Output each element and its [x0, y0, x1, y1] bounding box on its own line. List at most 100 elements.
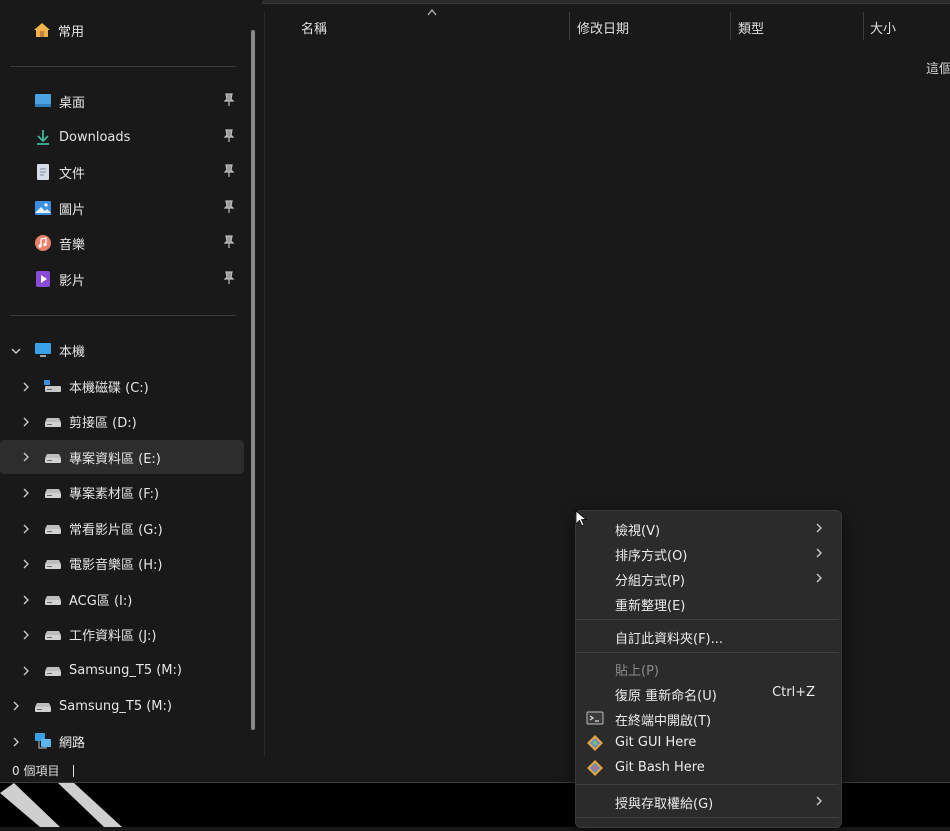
menu-item-customize-folder[interactable]: 自訂此資料夾(F)... — [580, 624, 837, 648]
chevron-right-icon[interactable] — [20, 629, 32, 641]
drive-icon — [43, 624, 63, 644]
chevron-right-icon — [816, 523, 822, 533]
divider — [10, 66, 236, 67]
sidebar-item-label: Samsung_T5 (M:) — [69, 662, 182, 678]
pin-icon[interactable] — [223, 93, 235, 107]
sort-ascending-icon — [427, 9, 437, 16]
menu-item-undo-rename[interactable]: 復原 重新命名(U) Ctrl+Z — [580, 681, 837, 705]
sidebar-scrollbar[interactable] — [251, 30, 255, 730]
chevron-right-icon[interactable] — [20, 558, 32, 570]
sidebar-item-home[interactable]: 常用 — [32, 13, 232, 47]
column-header-modified[interactable]: 修改日期 — [577, 18, 629, 37]
menu-item-group-by[interactable]: 分組方式(P) — [580, 566, 837, 590]
menu-item-view[interactable]: 檢視(V) — [580, 516, 837, 540]
chevron-right-icon[interactable] — [20, 451, 32, 463]
download-icon — [33, 127, 53, 147]
column-header-type[interactable]: 類型 — [738, 18, 764, 37]
menu-item-git-gui[interactable]: Git GUI Here — [580, 731, 837, 755]
computer-icon — [33, 340, 53, 360]
sidebar-item-label: 音樂 — [59, 237, 86, 253]
divider — [10, 315, 236, 316]
chevron-right-icon[interactable] — [20, 594, 32, 606]
chevron-right-icon — [816, 796, 822, 806]
desktop-wallpaper-stripes — [0, 783, 122, 827]
home-icon — [32, 20, 52, 40]
chevron-right-icon[interactable] — [20, 523, 32, 535]
sidebar-item-drive-m[interactable]: Samsung_T5 (M:) — [43, 653, 243, 687]
drive-icon — [43, 553, 63, 573]
menu-item-label: 在終端中開啟(T) — [615, 714, 712, 729]
pane-divider[interactable] — [264, 12, 265, 756]
sidebar-item-drive-d[interactable]: 剪接區 (D:) — [43, 404, 243, 438]
menu-item-label: 分組方式(P) — [615, 574, 685, 589]
menu-item-git-bash[interactable]: Git Bash Here — [580, 756, 837, 780]
sidebar-item-this-pc[interactable]: 本機 — [33, 333, 233, 367]
sidebar-item-label: Samsung_T5 (M:) — [59, 698, 172, 714]
sidebar-item-drive-i[interactable]: ACG區 (I:) — [43, 582, 243, 616]
sidebar-item-documents[interactable]: 文件 — [33, 155, 255, 189]
column-divider[interactable] — [569, 12, 570, 40]
sidebar-item-label: 專案素材區 (F:) — [69, 486, 160, 502]
menu-item-sort-by[interactable]: 排序方式(O) — [580, 541, 837, 565]
pin-icon[interactable] — [223, 129, 235, 143]
menu-item-refresh[interactable]: 重新整理(E) — [580, 591, 837, 615]
menu-item-label: 重新整理(E) — [615, 599, 686, 614]
sidebar-item-videos[interactable]: 影片 — [33, 262, 255, 296]
sidebar-item-label: ACG區 (I:) — [69, 593, 133, 609]
drive-icon — [43, 411, 63, 431]
sidebar-item-drive-e[interactable]: 專案資料區 (E:) — [0, 440, 244, 474]
videos-icon — [33, 269, 53, 289]
system-drive-icon — [43, 376, 63, 396]
chevron-right-icon[interactable] — [10, 700, 22, 712]
menu-item-paste[interactable]: 貼上(P) — [580, 656, 837, 680]
sidebar-item-music[interactable]: 音樂 — [33, 226, 255, 260]
sidebar-item-label: 專案資料區 (E:) — [69, 451, 161, 467]
menu-item-label: Git GUI Here — [615, 735, 697, 750]
menu-item-label: 復原 重新命名(U) — [615, 689, 717, 704]
sidebar-item-drive-c[interactable]: 本機磁碟 (C:) — [43, 369, 243, 403]
menu-item-give-access[interactable]: 授與存取權給(G) — [580, 789, 837, 813]
pin-icon[interactable] — [223, 164, 235, 178]
menu-divider — [576, 652, 839, 653]
network-icon — [33, 731, 53, 751]
drive-icon — [43, 589, 63, 609]
sidebar-item-desktop[interactable]: 桌面 — [33, 84, 255, 118]
git-bash-icon — [587, 760, 603, 776]
navigation-pane: 常用 桌面 Downloads 文件 圖片 音樂 影片 本機 本機磁碟 (C:)… — [0, 0, 262, 756]
chevron-right-icon[interactable] — [20, 416, 32, 428]
sidebar-item-drive-j[interactable]: 工作資料區 (J:) — [43, 617, 243, 651]
drive-icon — [43, 447, 63, 467]
chevron-right-icon[interactable] — [10, 736, 22, 748]
chevron-right-icon[interactable] — [20, 665, 32, 677]
sidebar-item-external-drive[interactable]: Samsung_T5 (M:) — [33, 689, 243, 723]
chevron-down-icon[interactable] — [10, 345, 22, 357]
sidebar-item-label: 常用 — [58, 24, 85, 40]
sidebar-item-network[interactable]: 網路 — [33, 724, 243, 758]
pin-icon[interactable] — [223, 271, 235, 285]
chevron-right-icon[interactable] — [20, 487, 32, 499]
column-divider[interactable] — [863, 12, 864, 40]
chevron-right-icon[interactable] — [20, 381, 32, 393]
pin-icon[interactable] — [223, 235, 235, 249]
pin-icon[interactable] — [223, 200, 235, 214]
terminal-icon — [586, 711, 604, 725]
menu-divider — [576, 817, 839, 818]
sidebar-item-label: 本機 — [59, 344, 86, 360]
sidebar-item-drive-h[interactable]: 電影音樂區 (H:) — [43, 546, 243, 580]
sidebar-item-label: 影片 — [59, 273, 86, 289]
chevron-right-icon — [816, 548, 822, 558]
sidebar-item-pictures[interactable]: 圖片 — [33, 191, 255, 225]
sidebar-item-downloads[interactable]: Downloads — [33, 120, 255, 154]
document-icon — [33, 162, 53, 182]
menu-item-open-in-terminal[interactable]: 在終端中開啟(T) — [580, 706, 837, 730]
sidebar-item-drive-g[interactable]: 常看影片區 (G:) — [43, 511, 243, 545]
mouse-cursor-icon — [575, 510, 587, 527]
sidebar-item-drive-f[interactable]: 專案素材區 (F:) — [43, 475, 243, 509]
item-count: 0 個項目 — [12, 764, 60, 778]
column-header-name[interactable]: 名稱 — [301, 18, 327, 37]
column-divider[interactable] — [730, 12, 731, 40]
sidebar-item-label: 網路 — [59, 735, 86, 751]
context-menu: 檢視(V) 排序方式(O) 分組方式(P) 重新整理(E) 自訂此資料夾(F).… — [575, 510, 842, 828]
menu-item-label: 排序方式(O) — [615, 549, 688, 564]
column-header-size[interactable]: 大小 — [870, 18, 896, 37]
